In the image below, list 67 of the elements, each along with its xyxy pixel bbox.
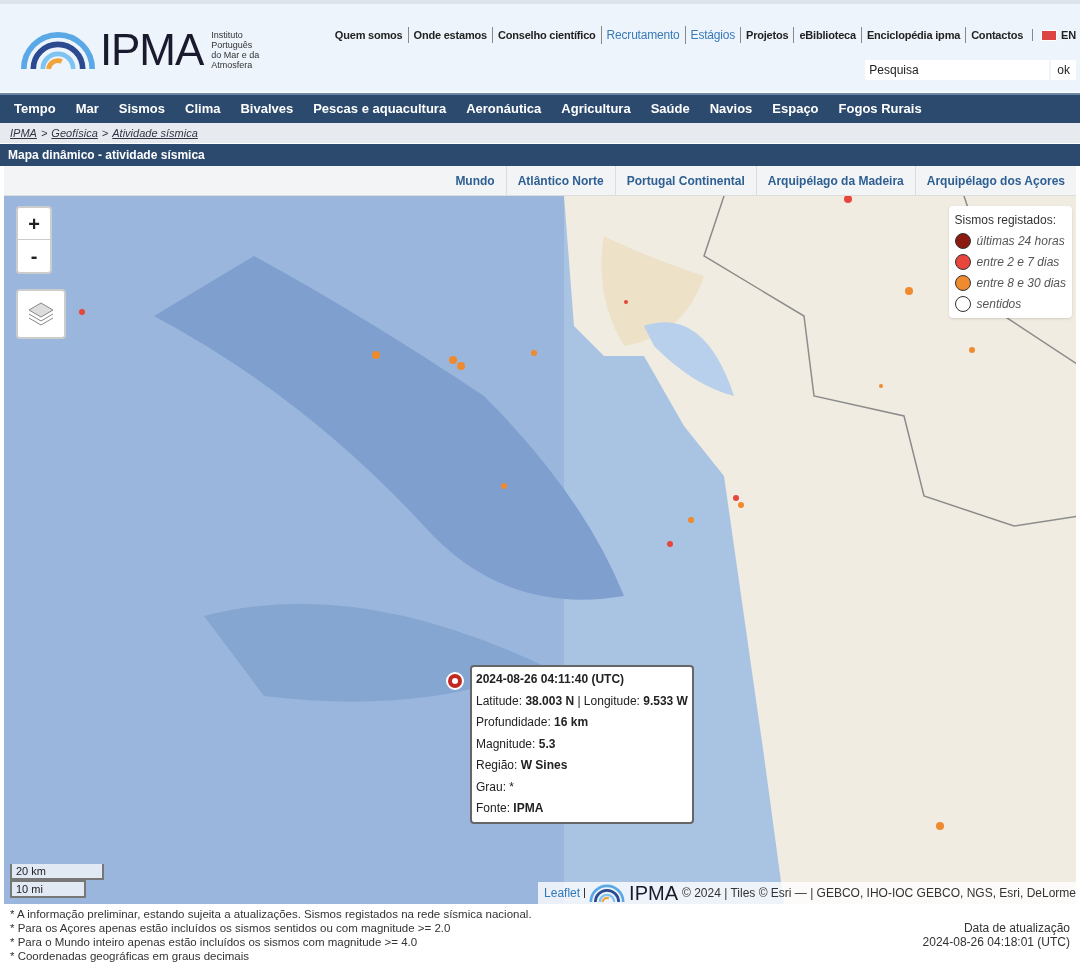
- region-tab[interactable]: Portugal Continental: [614, 166, 756, 195]
- footnote: * Para os Açores apenas estão incluídos os sismos sentidos ou com magnitude >= 2.0: [10, 921, 452, 935]
- breadcrumb-separator: >: [101, 125, 109, 141]
- scale-bar: 10 mi: [10, 880, 86, 898]
- region-tab[interactable]: Mundo: [444, 166, 506, 195]
- search-button[interactable]: ok: [1051, 60, 1076, 80]
- search-field[interactable]: Pesquisa: [865, 60, 1050, 80]
- footnote: * Para o Mundo inteiro apenas estão incluídos os sismos com magnitude >= 4.0: [10, 935, 419, 949]
- popup-line: Fonte: IPMA: [476, 800, 545, 817]
- top-link[interactable]: eBiblioteca: [793, 26, 861, 44]
- top-link[interactable]: Conselho científico: [491, 26, 601, 44]
- legend-label: últimas 24 horas: [976, 233, 1065, 250]
- nav-item[interactable]: Aeronáutica: [466, 99, 542, 119]
- top-link[interactable]: Contactos: [965, 26, 1029, 44]
- nav-item[interactable]: Saúde: [650, 99, 690, 119]
- region-tab[interactable]: Arquipélago dos Açores: [914, 166, 1076, 195]
- region-tab[interactable]: Atlântico Norte: [505, 166, 615, 195]
- nav-item[interactable]: Bivalves: [240, 99, 294, 119]
- update-label: Data de atualização: [963, 921, 1070, 935]
- layers-button[interactable]: [16, 289, 66, 339]
- zoom-out-button[interactable]: -: [18, 240, 50, 272]
- footnote: * A informação preliminar, estando sujeita a atualizações. Sismos registados na rede sísmica nacional.: [10, 907, 532, 921]
- nav-item[interactable]: Tempo: [14, 99, 56, 119]
- nav-item[interactable]: Mar: [75, 99, 99, 119]
- breadcrumb-link[interactable]: Geofísica: [51, 124, 98, 142]
- top-link[interactable]: Estágios: [684, 26, 740, 44]
- language-link[interactable]: EN: [1061, 26, 1076, 44]
- nav-item[interactable]: Espaço: [772, 99, 819, 119]
- nav-item[interactable]: Sismos: [118, 99, 166, 119]
- nav-item[interactable]: Navios: [709, 99, 753, 119]
- section-title: Mapa dinâmico - atividade sísmica: [8, 147, 205, 164]
- attribution-text: © 2024 | Tiles © Esri — | GEBCO, IHO-IOC GEBCO, NGS, Esri, DeLorme: [682, 885, 1076, 902]
- legend-label: entre 8 e 30 dias: [976, 275, 1066, 292]
- nav-item[interactable]: Clima: [185, 99, 221, 119]
- popup-line: Região: W Sines: [476, 757, 569, 774]
- breadcrumb-separator: >: [40, 125, 48, 141]
- scale-bar: 20 km: [10, 864, 104, 880]
- logo-text: IPMA: [100, 28, 204, 72]
- flag-icon[interactable]: [1041, 29, 1058, 41]
- legend-title: Sismos registados:: [954, 212, 1057, 229]
- breadcrumb-link[interactable]: Atividade sísmica: [112, 124, 198, 142]
- popup-line: Magnitude: 5.3: [476, 735, 557, 753]
- legend-label: entre 2 e 7 dias: [976, 254, 1060, 271]
- nav-item[interactable]: Agricultura: [561, 99, 631, 119]
- top-link[interactable]: Quem somos: [334, 26, 408, 44]
- top-link[interactable]: Enciclopédia ipma: [860, 26, 966, 44]
- update-time: 2024-08-26 04:18:01 (UTC): [922, 935, 1070, 949]
- top-link[interactable]: Onde estamos: [407, 26, 492, 44]
- footnote: * Coordenadas geográficas em graus decimais: [10, 949, 251, 963]
- logo-arcs-icon: [20, 29, 96, 71]
- top-link[interactable]: Projetos: [740, 26, 794, 44]
- region-tab[interactable]: Arquipélago da Madeira: [755, 166, 915, 195]
- popup-line: 2024-08-26 04:11:40 (UTC): [476, 671, 626, 688]
- attribution-logo-text: IPMA: [629, 883, 678, 903]
- institute-name: Instituto Português do Mar e da Atmosfera: [211, 30, 260, 70]
- top-link[interactable]: Recrutamento: [600, 26, 685, 44]
- popup-line: Grau: *: [476, 778, 515, 796]
- popup-line: Profundidade: 16 km: [476, 714, 590, 731]
- popup-line: Latitude: 38.003 N | Longitude: 9.533 W: [476, 692, 688, 710]
- legend-label: sentidos: [976, 296, 1022, 313]
- nav-item[interactable]: Fogos Rurais: [838, 99, 922, 119]
- leaflet-link[interactable]: Leaflet: [544, 884, 581, 902]
- breadcrumb-link[interactable]: IPMA: [10, 124, 37, 142]
- ipma-logo-icon: [589, 883, 626, 903]
- layers-icon: [27, 301, 55, 327]
- zoom-in-button[interactable]: +: [18, 208, 50, 240]
- nav-item[interactable]: Pescas e aquacultura: [313, 99, 447, 119]
